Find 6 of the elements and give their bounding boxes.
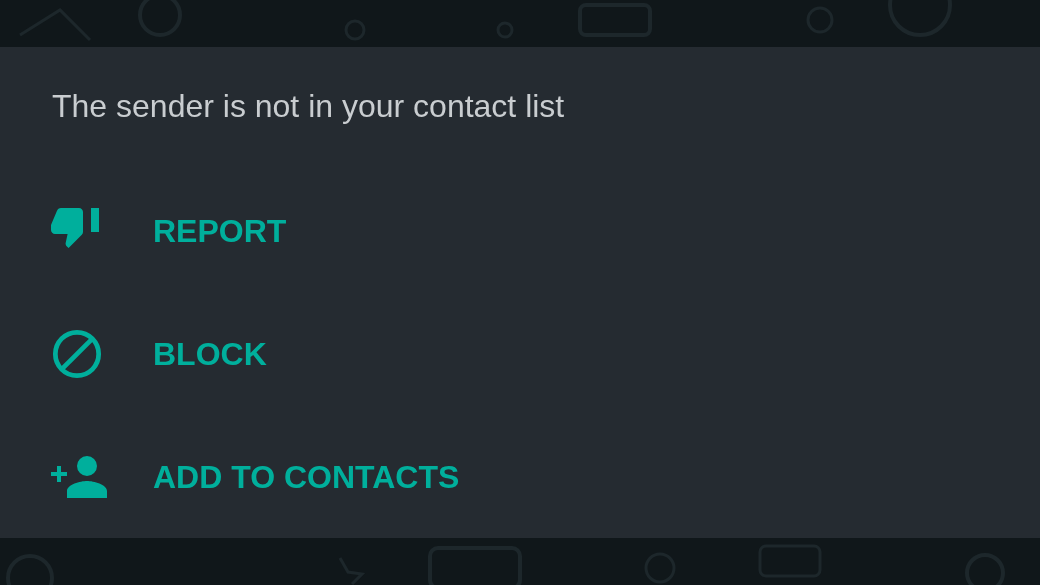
add-to-contacts-button[interactable]: ADD TO CONTACTS	[153, 457, 460, 497]
report-button[interactable]: REPORT	[153, 211, 287, 251]
message-text: The sender is not in your contact list	[52, 87, 565, 126]
add-contact-icon	[51, 456, 109, 498]
block-button[interactable]: BLOCK	[153, 334, 267, 374]
block-icon	[51, 328, 103, 380]
